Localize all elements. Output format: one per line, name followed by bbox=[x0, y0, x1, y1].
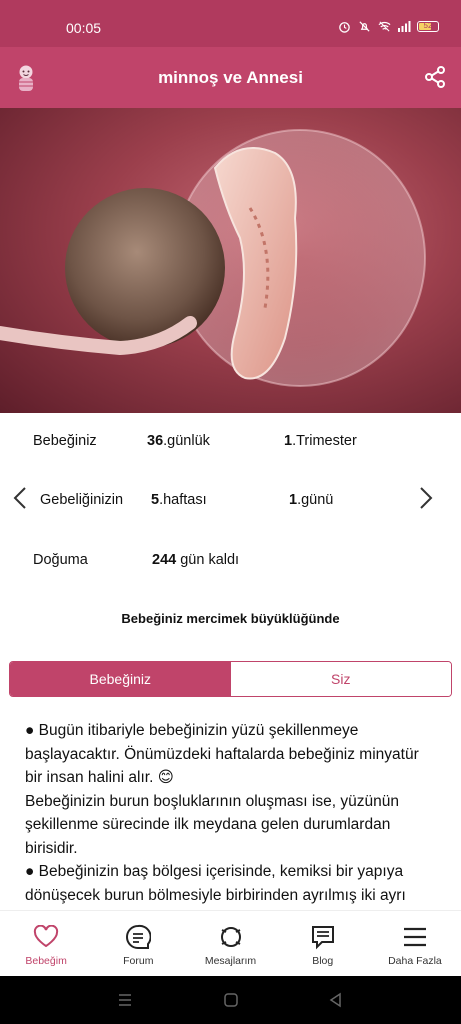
nav-label-messages: Mesajlarım bbox=[204, 955, 257, 967]
trimester-number: 1 bbox=[284, 433, 293, 449]
baby-size-caption: Bebeğiniz mercimek büyüklüğünde bbox=[121, 611, 340, 626]
app-title: minnoş ve Annesi bbox=[158, 68, 303, 87]
alarm-icon bbox=[337, 19, 351, 33]
age-number: 36 bbox=[147, 433, 164, 449]
birth-label: Doğuma bbox=[33, 552, 88, 568]
age-unit: .günlük bbox=[163, 433, 210, 449]
birth-value: 244 gün kaldı bbox=[152, 552, 239, 568]
app-bar: minnoş ve Annesi bbox=[0, 47, 461, 108]
status-bar: 00:05 52 bbox=[0, 0, 461, 47]
week-label: Gebeliğinizin bbox=[40, 492, 124, 508]
tab-baby[interactable]: Bebeğiniz bbox=[10, 662, 231, 696]
content-paragraph-1: ● Bugün itibariyle bebeğinizin yüzü şeki… bbox=[25, 722, 419, 786]
tab-switcher: Bebeğiniz Siz bbox=[9, 661, 452, 697]
age-label: Bebeğiniz bbox=[33, 433, 97, 449]
week-unit: .haftası bbox=[159, 492, 207, 508]
article-content: ● Bugün itibariyle bebeğinizin yüzü şeki… bbox=[25, 719, 435, 909]
signal-icon bbox=[397, 19, 411, 33]
day-value: 1.günü bbox=[289, 492, 333, 508]
tab-mother[interactable]: Siz bbox=[230, 662, 451, 696]
chat-list-icon bbox=[124, 923, 152, 951]
content-paragraph-2: Bebeğinizin burun boşluklarının oluşması… bbox=[25, 792, 399, 857]
day-number: 1 bbox=[289, 492, 298, 508]
messages-icon bbox=[217, 923, 245, 951]
nav-label-bebegim: Bebeğim bbox=[25, 955, 67, 967]
week-number: 5 bbox=[151, 492, 160, 508]
bottom-navigation: Bebeğim Forum Mesajlarım Blog Daha Fazla bbox=[0, 910, 461, 976]
day-unit: .günü bbox=[297, 492, 334, 508]
system-navigation-bar bbox=[0, 976, 461, 1024]
home-icon[interactable] bbox=[223, 992, 239, 1008]
battery-indicator: 52 bbox=[417, 20, 439, 32]
chevron-right-icon bbox=[420, 487, 433, 509]
trimester-unit: .Trimester bbox=[292, 433, 357, 449]
nav-label-more: Daha Fazla bbox=[388, 955, 442, 967]
back-icon[interactable] bbox=[328, 992, 344, 1008]
trimester-value: 1.Trimester bbox=[284, 433, 357, 449]
info-row-age: Bebeğiniz 36.günlük 1.Trimester bbox=[0, 421, 461, 461]
nav-label-forum: Forum bbox=[123, 955, 154, 967]
nav-label-blog: Blog bbox=[312, 955, 334, 967]
nav-item-forum[interactable]: Forum bbox=[92, 911, 184, 976]
content-paragraph-3: ● Bebeğinizin baş bölgesi içerisinde, ke… bbox=[25, 863, 406, 904]
nav-item-messages[interactable]: Mesajlarım bbox=[184, 911, 276, 976]
nav-item-blog[interactable]: Blog bbox=[277, 911, 369, 976]
status-icons: 52 bbox=[337, 19, 439, 33]
heart-icon bbox=[32, 923, 60, 951]
wifi-icon bbox=[377, 19, 391, 33]
blog-icon bbox=[309, 923, 337, 951]
recents-icon[interactable] bbox=[117, 992, 133, 1008]
battery-level: 52 bbox=[423, 20, 433, 30]
week-value: 5.haftası bbox=[151, 492, 207, 508]
next-week-button[interactable] bbox=[411, 478, 441, 518]
age-value: 36.günlük bbox=[147, 433, 210, 449]
share-icon[interactable] bbox=[423, 65, 447, 89]
info-row-birth: Doğuma 244 gün kaldı bbox=[0, 540, 461, 580]
embryo-image bbox=[0, 108, 461, 413]
days-left-number: 244 bbox=[152, 552, 177, 568]
nav-item-bebegim[interactable]: Bebeğim bbox=[0, 911, 92, 976]
mute-icon bbox=[357, 19, 371, 33]
days-left-unit: gün kaldı bbox=[176, 552, 240, 568]
menu-icon bbox=[401, 923, 429, 951]
nav-item-more[interactable]: Daha Fazla bbox=[369, 911, 461, 976]
info-row-week: Gebeliğinizin 5.haftası 1.günü bbox=[0, 480, 461, 520]
status-time: 00:05 bbox=[66, 20, 102, 36]
